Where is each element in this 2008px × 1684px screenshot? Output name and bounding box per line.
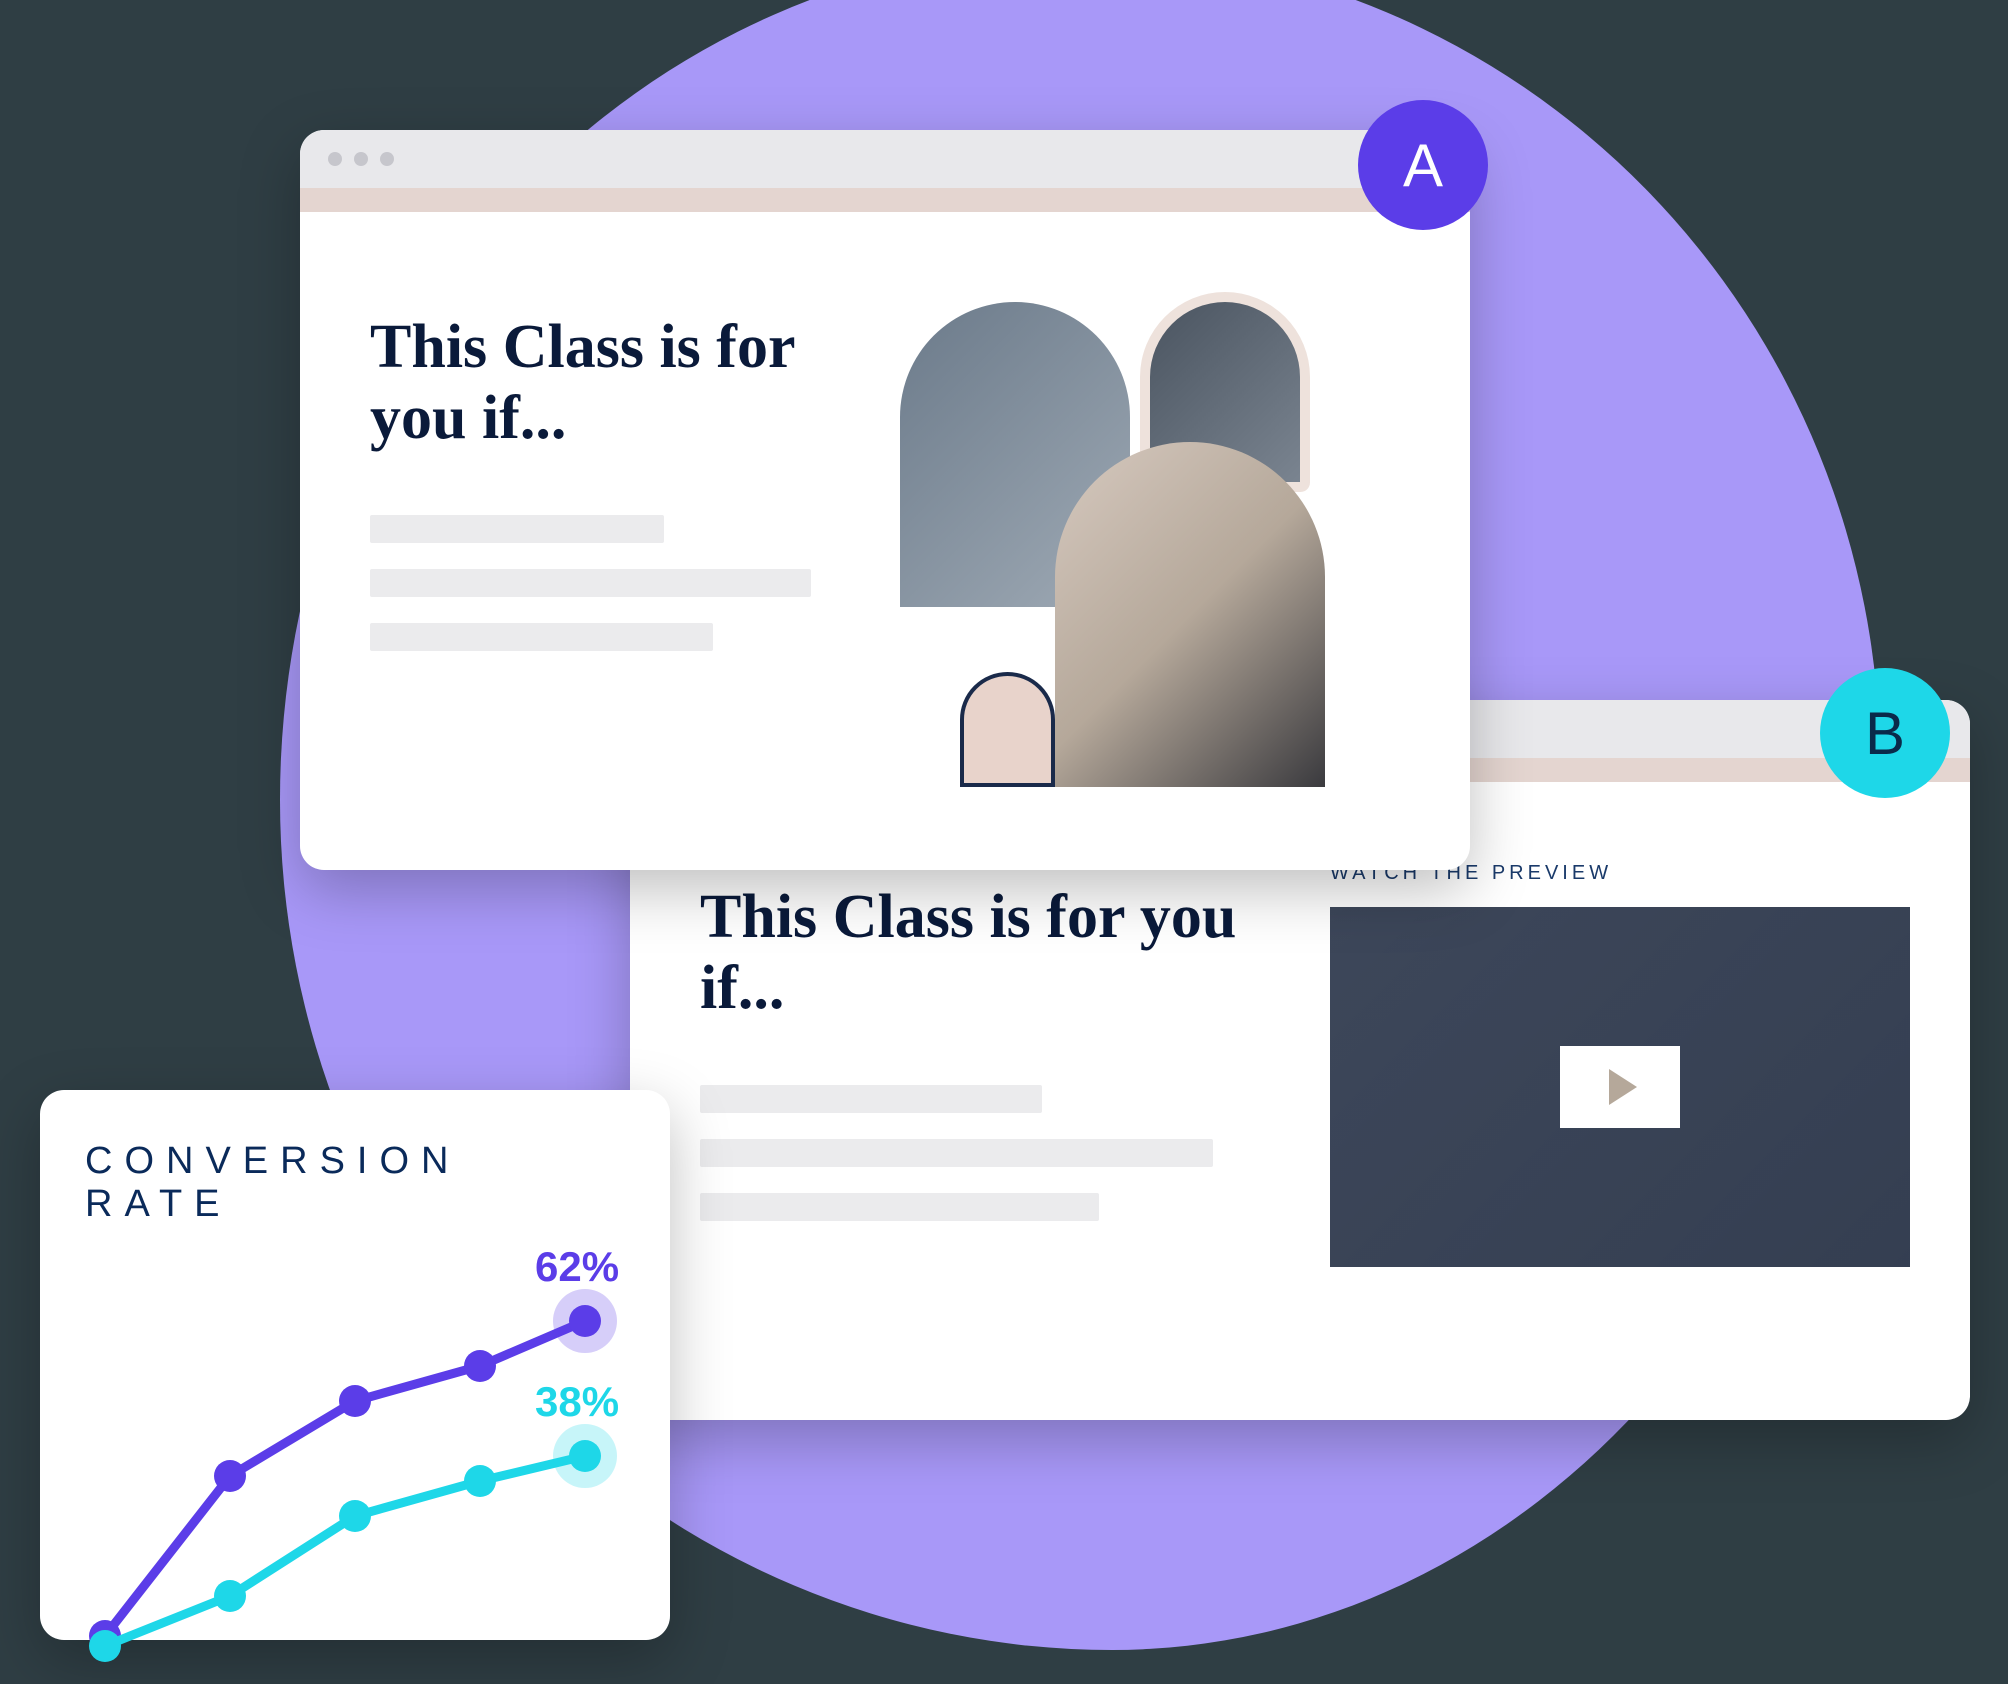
window-dot-icon bbox=[380, 152, 394, 166]
series-a-point bbox=[464, 1350, 496, 1382]
variant-b-badge-label: B bbox=[1865, 699, 1905, 768]
series-a-line bbox=[105, 1321, 585, 1636]
series-b-point bbox=[569, 1440, 601, 1472]
conversion-rate-card: CONVERSION RATE 62% 38% bbox=[40, 1090, 670, 1640]
titlebar-a bbox=[300, 130, 1470, 188]
placeholder-line bbox=[370, 569, 811, 597]
variant-a-badge-label: A bbox=[1403, 131, 1443, 200]
variant-a-image-collage bbox=[900, 302, 1420, 820]
variant-a-heading: This Class is for you if... bbox=[370, 312, 860, 455]
placeholder-line bbox=[700, 1193, 1099, 1221]
play-icon bbox=[1609, 1069, 1637, 1105]
series-b-point bbox=[339, 1500, 371, 1532]
series-a-point bbox=[569, 1305, 601, 1337]
conversion-title: CONVERSION RATE bbox=[85, 1140, 625, 1226]
series-b-point bbox=[89, 1630, 121, 1662]
accent-bar bbox=[300, 188, 1470, 212]
placeholder-line bbox=[700, 1085, 1042, 1113]
variant-a-badge: A bbox=[1358, 100, 1488, 230]
series-a-value: 62% bbox=[535, 1246, 619, 1290]
play-button[interactable] bbox=[1560, 1046, 1680, 1128]
window-dot-icon bbox=[354, 152, 368, 166]
variant-b-heading: This Class is for you if... bbox=[700, 882, 1270, 1025]
series-a-point bbox=[339, 1385, 371, 1417]
placeholder-line bbox=[370, 515, 664, 543]
placeholder-line bbox=[700, 1139, 1213, 1167]
conversion-chart: 62% 38% bbox=[85, 1246, 625, 1666]
series-a-point bbox=[214, 1460, 246, 1492]
arch-decoration-icon bbox=[960, 672, 1055, 787]
video-preview-thumbnail[interactable] bbox=[1330, 907, 1910, 1267]
variant-b-badge: B bbox=[1820, 668, 1950, 798]
series-b-value: 38% bbox=[535, 1378, 619, 1425]
series-b-point bbox=[464, 1465, 496, 1497]
person-image-2 bbox=[1055, 442, 1325, 787]
variant-a-window: This Class is for you if... bbox=[300, 130, 1470, 870]
series-b-point bbox=[214, 1580, 246, 1612]
placeholder-line bbox=[370, 623, 713, 651]
window-dot-icon bbox=[328, 152, 342, 166]
